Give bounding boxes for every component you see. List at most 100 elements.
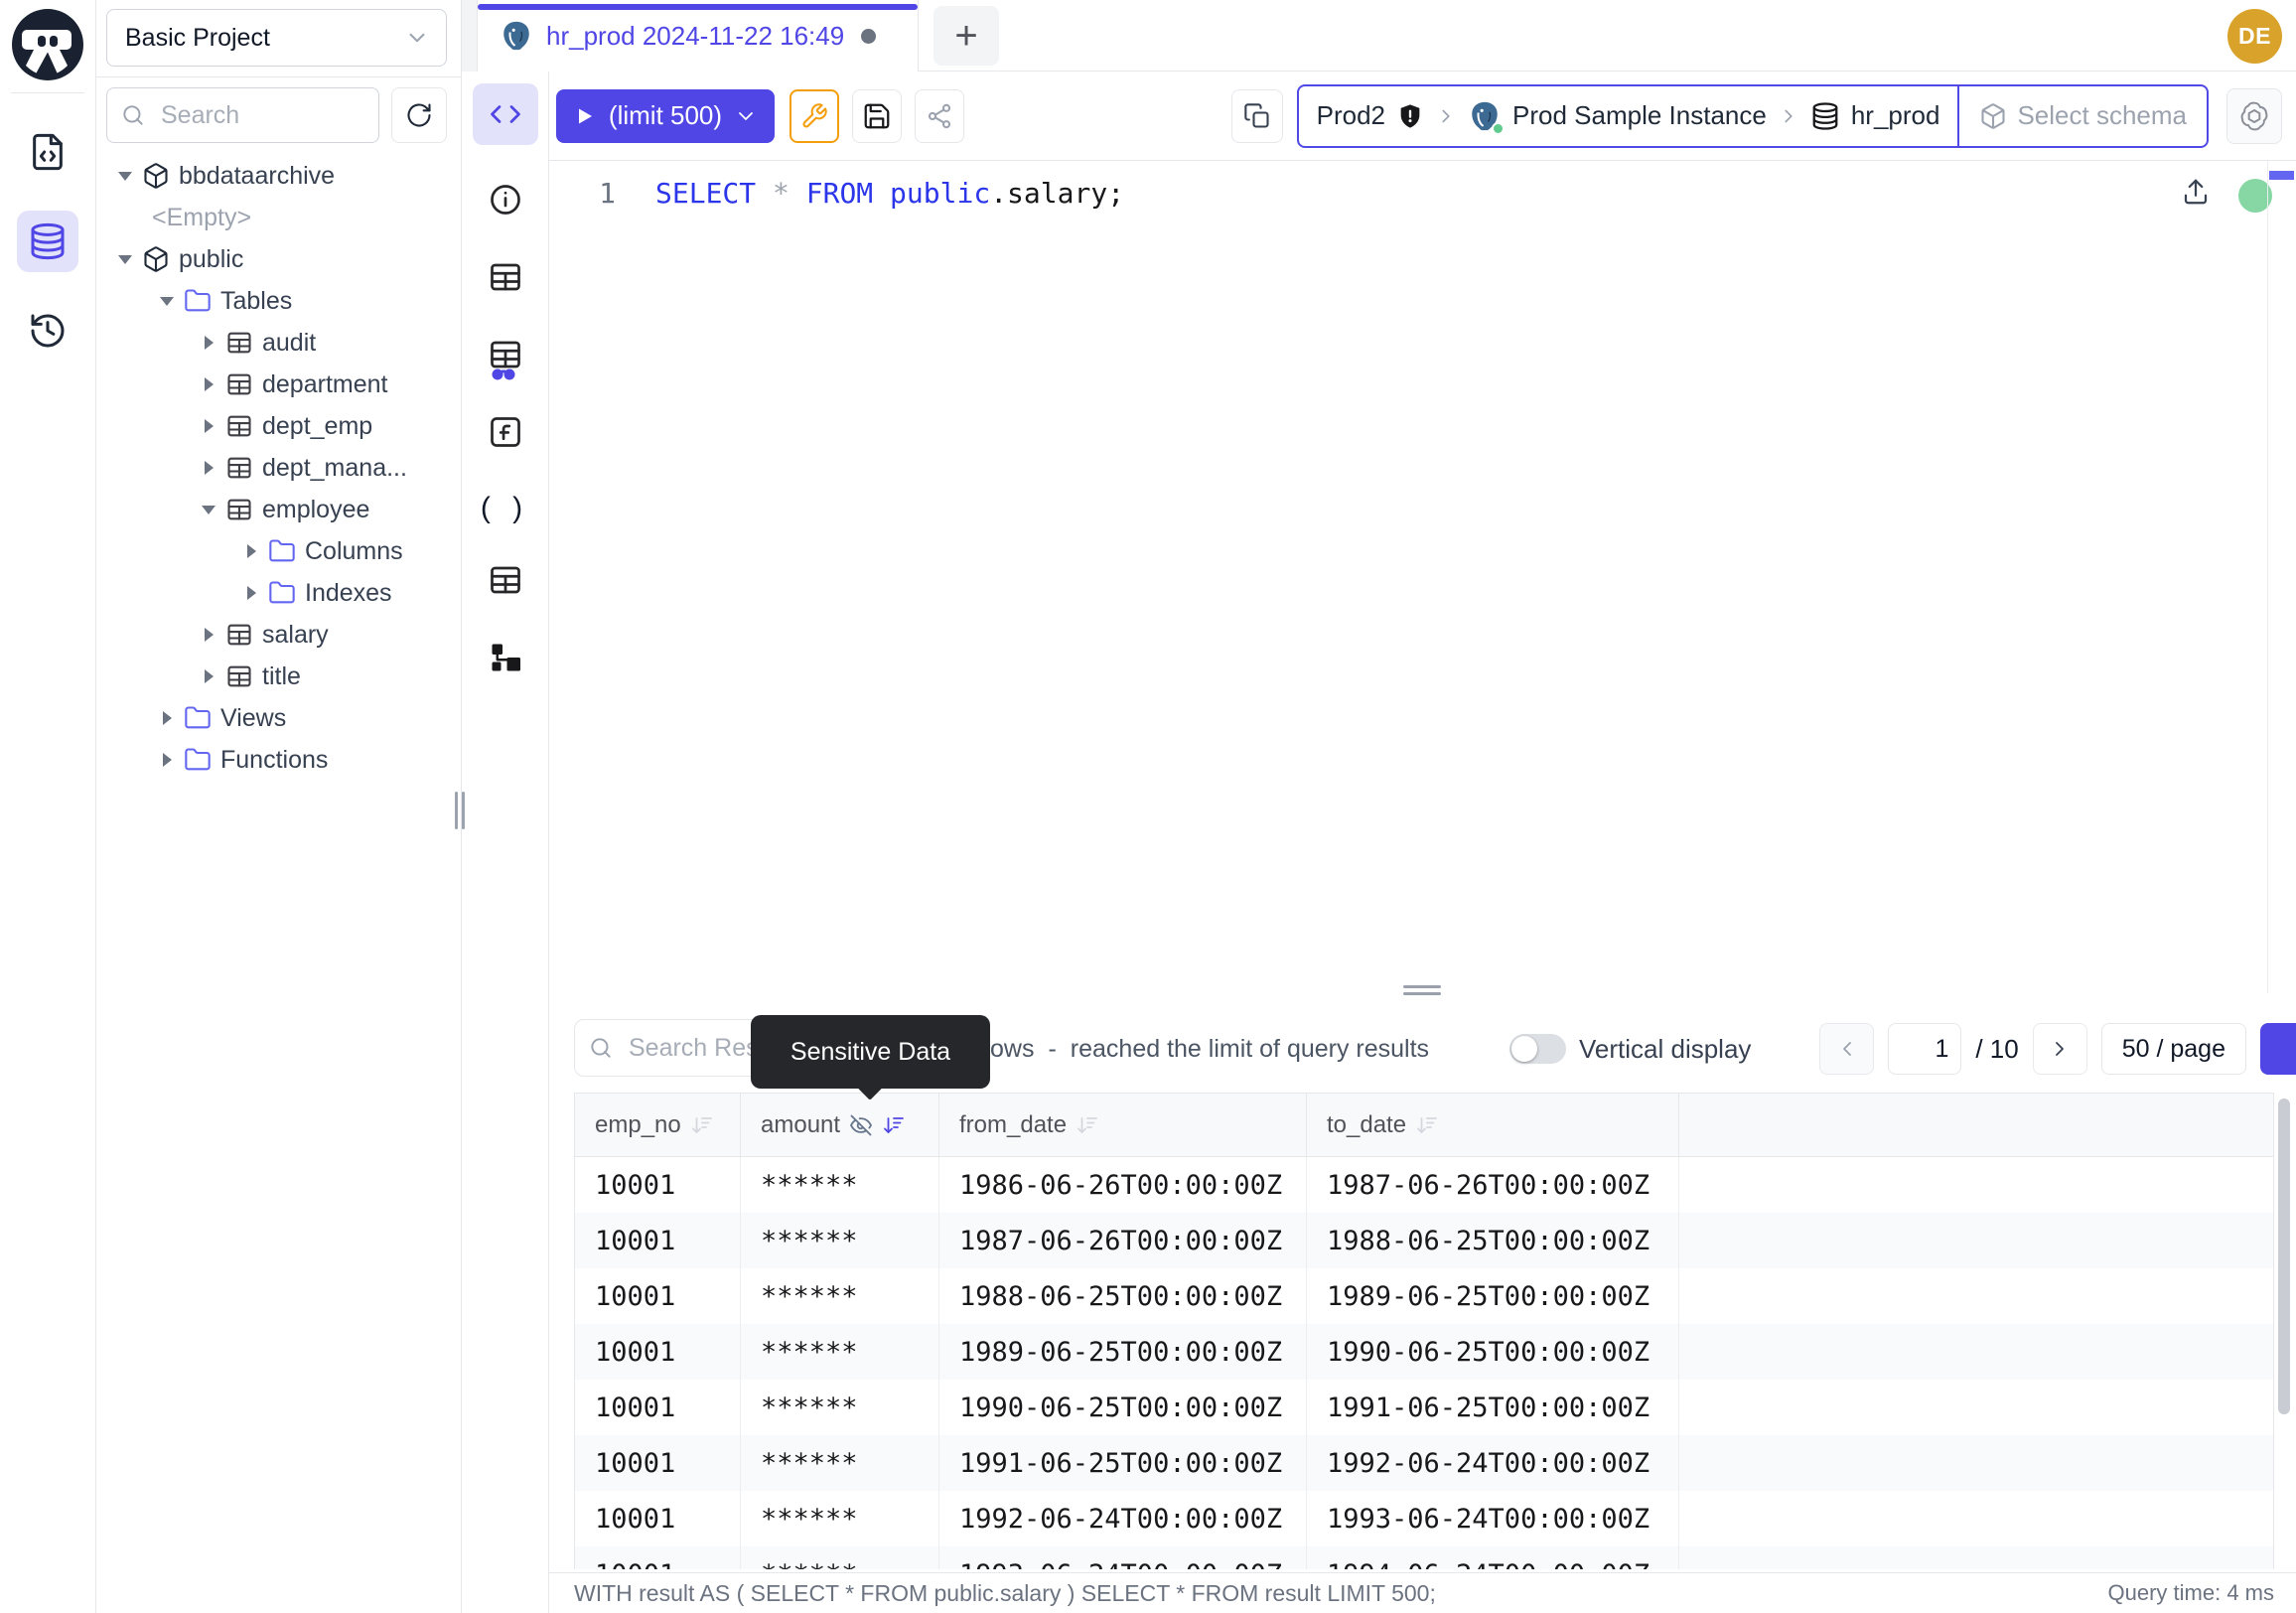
page-size-select[interactable]: 50 / page	[2101, 1023, 2246, 1075]
page-number-input[interactable]	[1888, 1023, 1961, 1075]
caret-right-icon[interactable]	[243, 543, 259, 559]
cell-from-date[interactable]: 1990-06-25T00:00:00Z	[939, 1380, 1307, 1435]
tab-hr-prod[interactable]: hr_prod 2024-11-22 16:49	[477, 0, 919, 72]
cell-to-date[interactable]: 1993-06-24T00:00:00Z	[1307, 1491, 1679, 1546]
share-sheet-button[interactable]	[915, 89, 964, 143]
cell-amount[interactable]: ******	[741, 1491, 939, 1546]
panel-info-button[interactable]	[488, 182, 523, 222]
cell-from-date[interactable]: 1988-06-25T00:00:00Z	[939, 1268, 1307, 1324]
tree-item-tables[interactable]: Tables	[96, 280, 461, 322]
eye-off-icon[interactable]	[849, 1113, 873, 1137]
cell-to-date[interactable]: 1990-06-25T00:00:00Z	[1307, 1324, 1679, 1380]
sort-icon[interactable]	[1415, 1113, 1439, 1137]
cell-amount[interactable]: ******	[741, 1324, 939, 1380]
panel-resize-handle[interactable]	[1403, 985, 1441, 995]
connection-context[interactable]: Prod2 Prod Sample Instance hr_prod	[1299, 86, 1958, 146]
caret-right-icon[interactable]	[201, 668, 216, 684]
cell-emp-no[interactable]: 10001	[575, 1380, 741, 1435]
column-header-amount[interactable]: amount	[741, 1094, 939, 1156]
export-button[interactable]	[2260, 1023, 2296, 1075]
bytebase-logo-icon[interactable]	[12, 9, 83, 80]
table-row[interactable]: 10001 ****** 1990-06-25T00:00:00Z 1991-0…	[575, 1380, 2273, 1435]
cell-to-date[interactable]: 1994-06-24T00:00:00Z	[1307, 1546, 1679, 1569]
new-tab-button[interactable]: +	[933, 6, 999, 66]
caret-right-icon[interactable]	[201, 418, 216, 434]
sort-icon[interactable]	[882, 1113, 906, 1137]
caret-right-icon[interactable]	[243, 585, 259, 601]
caret-right-icon[interactable]	[201, 335, 216, 351]
cell-from-date[interactable]: 1986-06-26T00:00:00Z	[939, 1157, 1307, 1213]
tree-item-dept-emp[interactable]: dept_emp	[96, 405, 461, 447]
table-row[interactable]: 10001 ****** 1991-06-25T00:00:00Z 1992-0…	[575, 1435, 2273, 1491]
cell-to-date[interactable]: 1992-06-24T00:00:00Z	[1307, 1435, 1679, 1491]
cell-from-date[interactable]: 1992-06-24T00:00:00Z	[939, 1491, 1307, 1546]
results-scrollbar-thumb[interactable]	[2278, 1099, 2290, 1414]
next-page-button[interactable]	[2033, 1023, 2087, 1075]
column-header-to-date[interactable]: to_date	[1307, 1094, 1679, 1156]
cell-from-date[interactable]: 1987-06-26T00:00:00Z	[939, 1213, 1307, 1268]
caret-right-icon[interactable]	[159, 752, 175, 768]
table-row[interactable]: 10001 ****** 1986-06-26T00:00:00Z 1987-0…	[575, 1157, 2273, 1213]
panel-editor-button[interactable]	[473, 83, 538, 145]
tree-item-employee[interactable]: employee	[96, 489, 461, 530]
refresh-button[interactable]	[391, 87, 447, 143]
cell-from-date[interactable]: 1991-06-25T00:00:00Z	[939, 1435, 1307, 1491]
table-row[interactable]: 10001 ****** 1989-06-25T00:00:00Z 1990-0…	[575, 1324, 2273, 1380]
tree-item-bbdataarchive[interactable]: bbdataarchive	[96, 155, 461, 197]
tree-item-title[interactable]: title	[96, 656, 461, 697]
cell-amount[interactable]: ******	[741, 1213, 939, 1268]
batch-query-button[interactable]	[1231, 89, 1283, 143]
cell-to-date[interactable]: 1988-06-25T00:00:00Z	[1307, 1213, 1679, 1268]
panel-functions-button[interactable]	[488, 414, 523, 455]
panel-tables-button[interactable]	[488, 259, 523, 300]
tree-item-public[interactable]: public	[96, 238, 461, 280]
ai-assistant-button[interactable]	[2226, 88, 2282, 144]
cell-emp-no[interactable]: 10001	[575, 1324, 741, 1380]
sql-editor-pane[interactable]: 1 SELECT * FROM public.salary;	[549, 161, 2296, 993]
cell-from-date[interactable]: 1989-06-25T00:00:00Z	[939, 1324, 1307, 1380]
cell-amount[interactable]: ******	[741, 1157, 939, 1213]
run-query-button[interactable]: (limit 500)	[556, 89, 775, 143]
cell-to-date[interactable]: 1987-06-26T00:00:00Z	[1307, 1157, 1679, 1213]
panel-schema-diagram-button[interactable]	[488, 640, 523, 680]
rail-item-databases[interactable]	[17, 211, 78, 272]
table-row[interactable]: 10001 ****** 1987-06-26T00:00:00Z 1988-0…	[575, 1213, 2273, 1268]
tree-item-columns[interactable]: Columns	[96, 530, 461, 572]
caret-down-icon[interactable]	[117, 251, 133, 267]
tree-item-salary[interactable]: salary	[96, 614, 461, 656]
caret-right-icon[interactable]	[201, 460, 216, 476]
rail-item-history[interactable]	[17, 300, 78, 362]
cell-amount[interactable]: ******	[741, 1435, 939, 1491]
vertical-display-toggle[interactable]	[1509, 1034, 1566, 1064]
tree-item-functions[interactable]: Functions	[96, 739, 461, 781]
sort-icon[interactable]	[1076, 1113, 1099, 1137]
panel-views-button[interactable]	[488, 562, 523, 603]
caret-right-icon[interactable]	[159, 710, 175, 726]
cell-emp-no[interactable]: 10001	[575, 1435, 741, 1491]
project-selector[interactable]: Basic Project	[106, 9, 447, 67]
cell-emp-no[interactable]: 10001	[575, 1268, 741, 1324]
caret-right-icon[interactable]	[201, 376, 216, 392]
column-header-from-date[interactable]: from_date	[939, 1094, 1307, 1156]
cell-emp-no[interactable]: 10001	[575, 1157, 741, 1213]
tree-item-audit[interactable]: audit	[96, 322, 461, 364]
cell-amount[interactable]: ******	[741, 1546, 939, 1569]
code-line[interactable]: 1 SELECT * FROM public.salary;	[549, 161, 2296, 210]
caret-right-icon[interactable]	[201, 627, 216, 643]
column-header-emp-no[interactable]: emp_no	[575, 1094, 741, 1156]
caret-down-icon[interactable]	[201, 502, 216, 517]
cell-amount[interactable]: ******	[741, 1380, 939, 1435]
format-sql-button[interactable]	[789, 89, 839, 143]
upload-sql-button[interactable]	[2181, 177, 2211, 212]
caret-down-icon[interactable]	[117, 168, 133, 184]
table-row[interactable]: 10001 ****** 1992-06-24T00:00:00Z 1993-0…	[575, 1491, 2273, 1546]
editor-scrollbar[interactable]	[2267, 161, 2296, 993]
caret-down-icon[interactable]	[159, 293, 175, 309]
panel-procedures-button[interactable]: ( )	[481, 492, 529, 525]
panel-external-tables-button[interactable]	[488, 337, 523, 377]
tree-item-indexes[interactable]: Indexes	[96, 572, 461, 614]
avatar[interactable]: DE	[2227, 9, 2282, 64]
table-row[interactable]: 10001 ****** 1988-06-25T00:00:00Z 1989-0…	[575, 1268, 2273, 1324]
tree-item-dept-manager[interactable]: dept_mana...	[96, 447, 461, 489]
prev-page-button[interactable]	[1819, 1023, 1874, 1075]
